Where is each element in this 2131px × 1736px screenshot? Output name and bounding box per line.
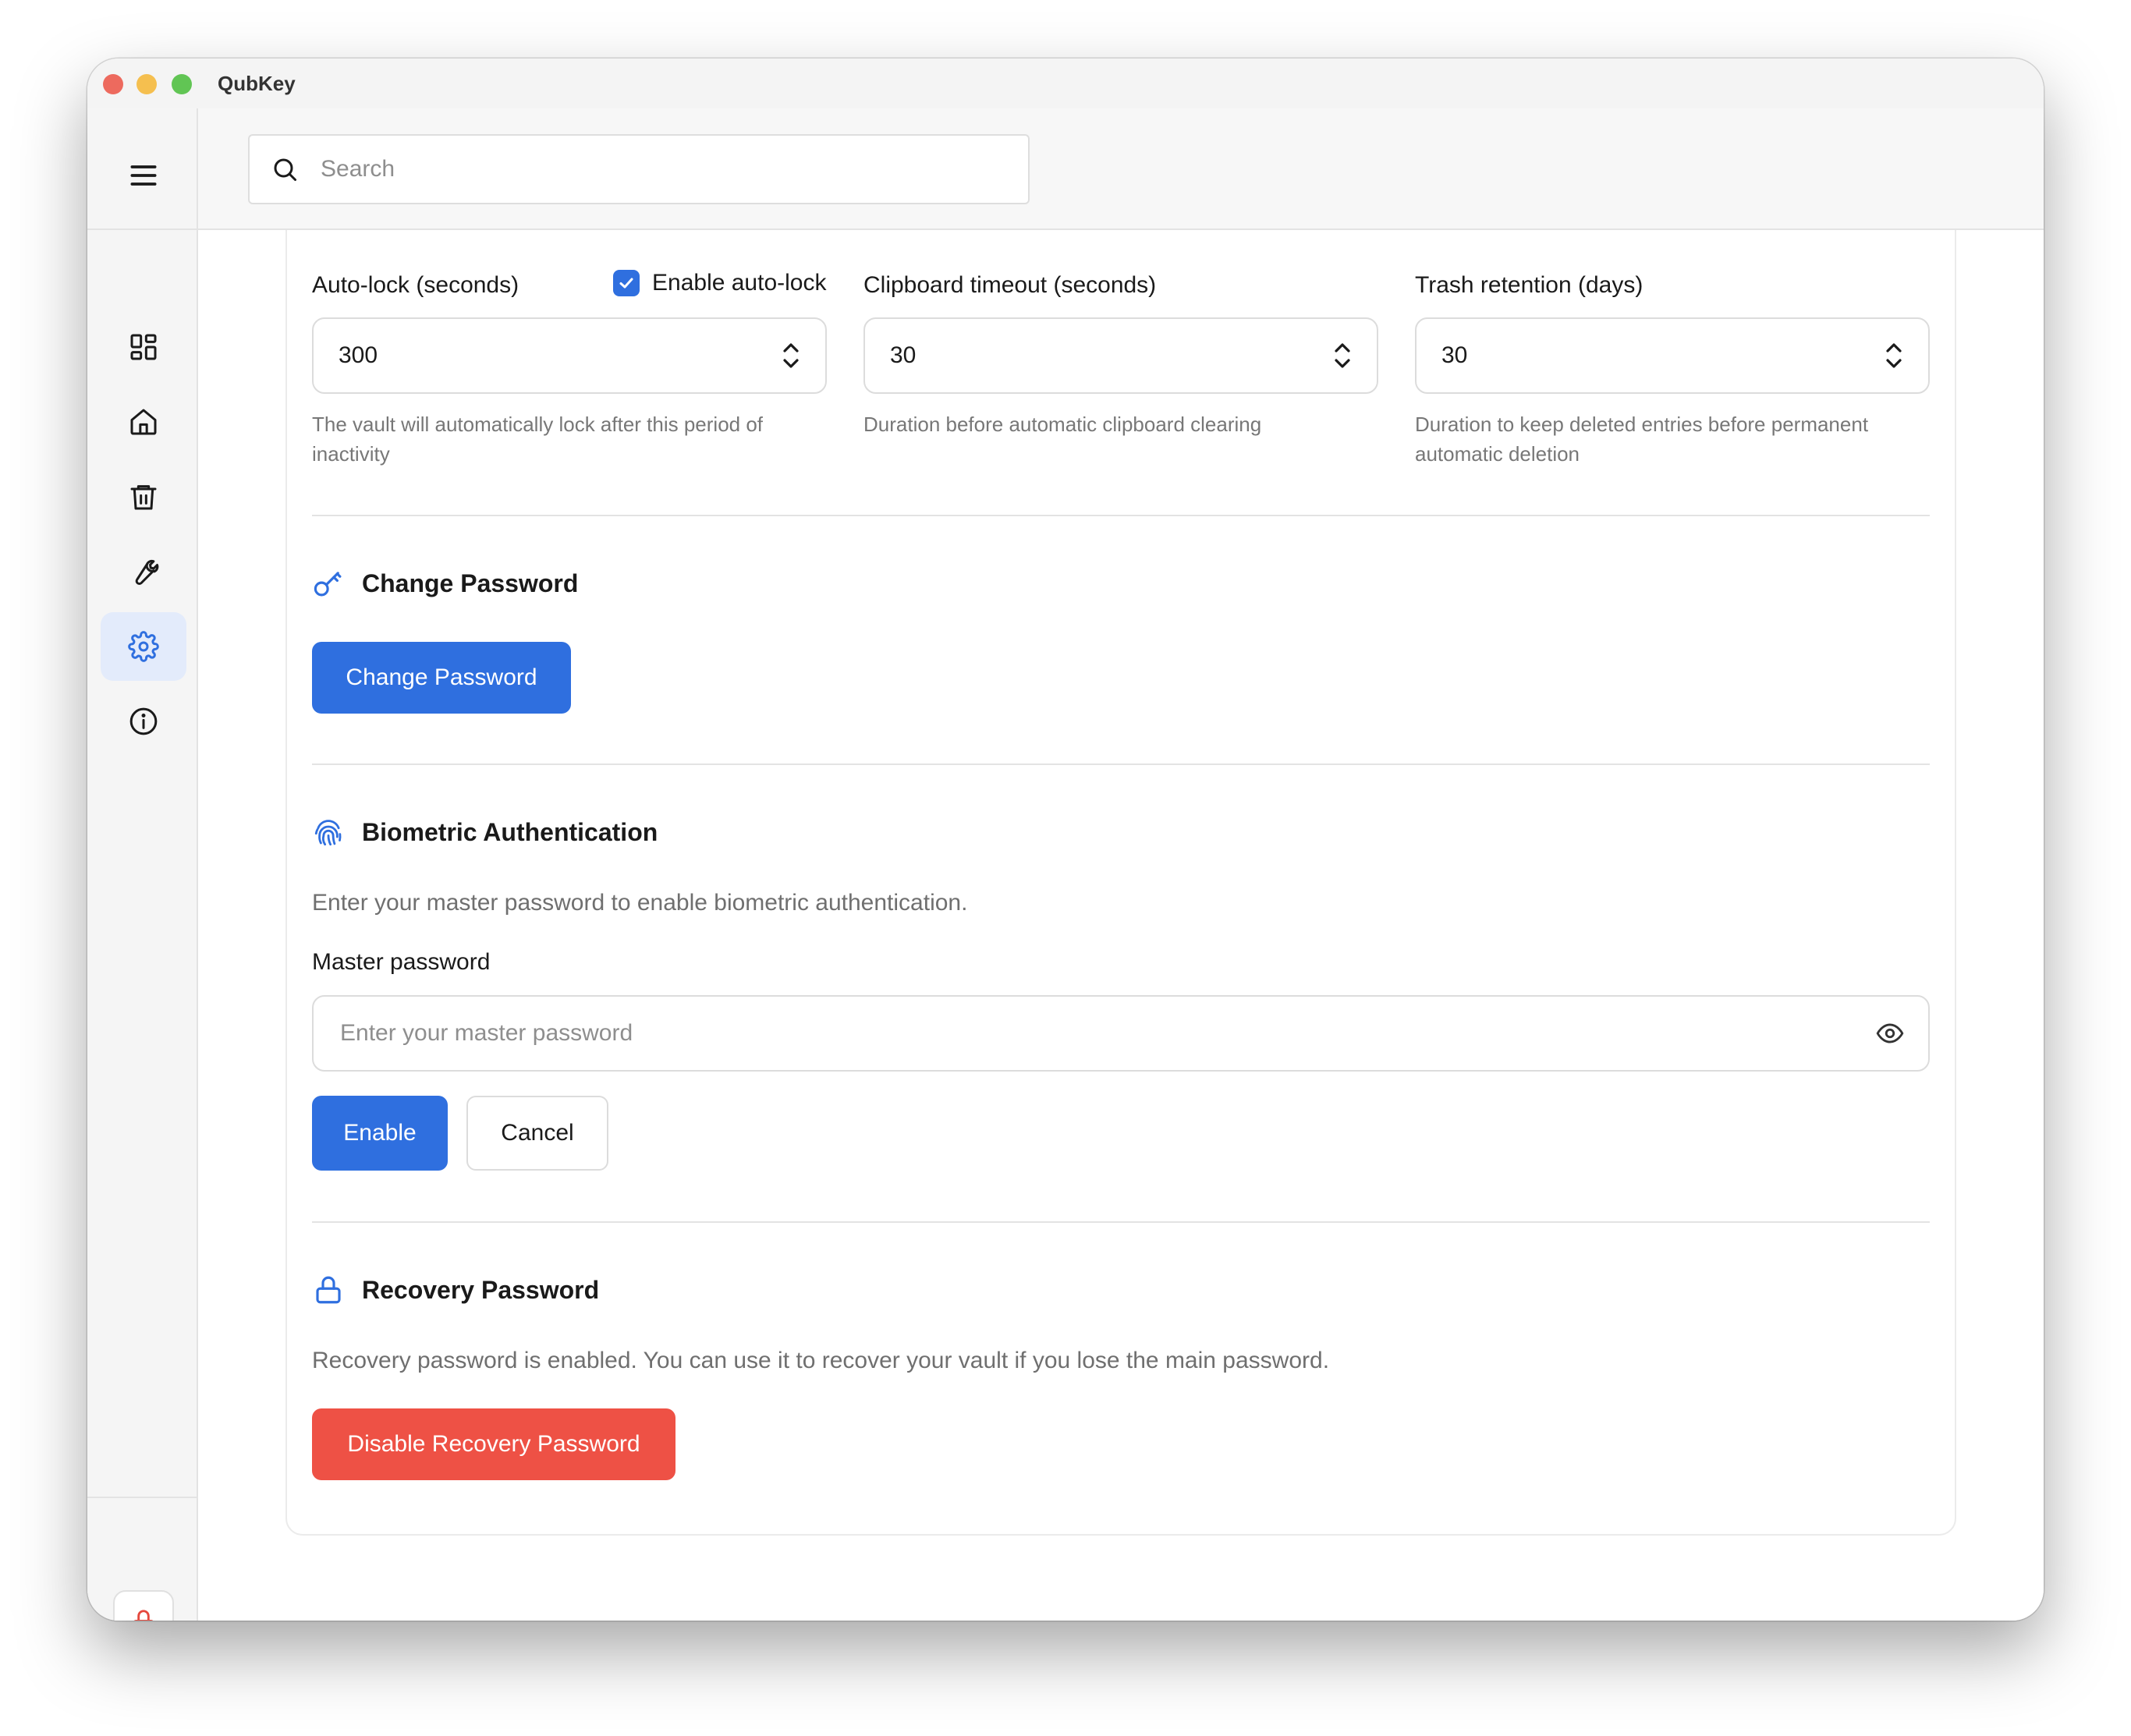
change-password-heading: Change Password [312, 567, 578, 600]
sidebar-item-about[interactable] [101, 687, 186, 756]
close-window-button[interactable] [103, 74, 123, 94]
lock-vault-button[interactable] [113, 1590, 174, 1621]
sidebar-item-trash[interactable] [101, 462, 186, 531]
section-divider [312, 515, 1930, 516]
clipboard-timeout-label: Clipboard timeout (seconds) [863, 272, 1157, 298]
auto-lock-input[interactable]: 300 [312, 317, 827, 394]
info-icon [129, 707, 158, 735]
key-icon [314, 572, 342, 597]
home-icon [130, 409, 157, 435]
lock-icon [133, 1610, 154, 1621]
sidebar-item-home[interactable] [101, 388, 186, 456]
trash-retention-hint: Duration to keep deleted entries before … [1415, 413, 1869, 466]
lock-icon [316, 1276, 341, 1304]
wrench-icon [135, 559, 159, 586]
sidebar [87, 108, 198, 1621]
biometric-heading: Biometric Authentication [312, 816, 658, 849]
search-input[interactable] [319, 155, 1009, 183]
settings-content: Auto-lock (seconds) Enable auto-lock 300… [200, 230, 2044, 1621]
cancel-button[interactable]: Cancel [466, 1096, 608, 1171]
auto-lock-checkbox[interactable] [613, 270, 640, 296]
master-password-input[interactable] [339, 1019, 1824, 1047]
trash-icon [130, 485, 157, 510]
app-title: QubKey [218, 72, 296, 95]
section-divider [312, 1221, 1930, 1223]
eye-icon[interactable] [1875, 1019, 1905, 1048]
auto-lock-checkbox-label: Enable auto-lock [652, 270, 827, 296]
sidebar-divider [87, 229, 198, 230]
disable-recovery-password-button[interactable]: Disable Recovery Password [312, 1408, 675, 1480]
trash-retention-value: 30 [1441, 342, 1468, 368]
top-header [198, 108, 2044, 230]
gear-icon [128, 631, 159, 662]
auto-lock-value: 300 [339, 342, 378, 368]
trash-retention-label: Trash retention (days) [1415, 272, 1643, 298]
clipboard-timeout-input[interactable]: 30 [863, 317, 1378, 394]
trash-retention-input[interactable]: 30 [1415, 317, 1930, 394]
checkmark-icon [619, 278, 633, 289]
app-window: QubKey Search Auto-lock (seconds) Enable… [87, 58, 2044, 1621]
sidebar-item-tools[interactable] [101, 537, 186, 606]
enable-biometric-button[interactable]: Enable [312, 1096, 448, 1171]
auto-lock-hint: The vault will automatically lock after … [312, 413, 764, 466]
auto-lock-label: Auto-lock (seconds) [312, 272, 519, 298]
zoom-window-button[interactable] [172, 74, 192, 94]
settings-card: Auto-lock (seconds) Enable auto-lock 300… [285, 230, 1956, 1536]
stepper-icon[interactable] [780, 340, 802, 371]
biometric-title: Biometric Authentication [362, 817, 658, 846]
sidebar-item-settings[interactable] [101, 612, 186, 681]
search-bar[interactable] [248, 134, 1030, 204]
minimize-window-button[interactable] [137, 74, 157, 94]
recovery-heading: Recovery Password [312, 1274, 599, 1306]
sidebar-bottom-divider [87, 1497, 198, 1498]
title-bar: QubKey [87, 58, 2044, 108]
clipboard-timeout-value: 30 [890, 342, 917, 368]
master-password-label: Master password [312, 949, 491, 975]
auto-lock-toggle[interactable]: Enable auto-lock [613, 270, 826, 296]
recovery-description: Recovery password is enabled. You can us… [312, 1348, 1330, 1373]
recovery-title: Recovery Password [362, 1275, 600, 1304]
menu-button[interactable] [101, 141, 186, 210]
change-password-button[interactable]: Change Password [312, 642, 571, 714]
biometric-description: Enter your master password to enable bio… [312, 890, 968, 916]
stepper-icon[interactable] [1883, 340, 1905, 371]
change-password-title: Change Password [362, 569, 579, 597]
hamburger-menu-icon [130, 165, 157, 186]
section-divider [312, 763, 1930, 765]
master-password-field[interactable] [312, 995, 1930, 1072]
fingerprint-icon [314, 820, 342, 846]
dashboard-icon [130, 334, 157, 360]
clipboard-timeout-hint: Duration before automatic clipboard clea… [863, 413, 1262, 436]
sidebar-item-dashboard[interactable] [101, 313, 186, 381]
stepper-icon[interactable] [1331, 340, 1353, 371]
search-icon [274, 158, 296, 181]
